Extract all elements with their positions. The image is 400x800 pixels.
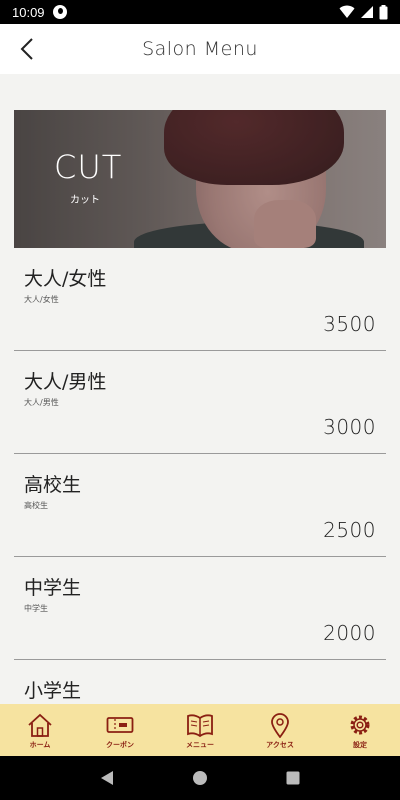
item-name: 高校生 xyxy=(24,474,82,496)
menu-content[interactable]: CUT カット 大人/女性 大人/女性 3500 大人/男性 大人/男性 300… xyxy=(0,74,400,704)
tab-home[interactable]: ホーム xyxy=(0,704,80,756)
nav-back-button[interactable] xyxy=(87,758,127,798)
item-subtitle: 大人/女性 xyxy=(24,295,59,304)
item-name: 小学生 xyxy=(24,680,82,702)
cut-category-banner: CUT カット xyxy=(14,110,386,248)
tab-label: アクセス xyxy=(266,741,294,749)
nav-back-icon xyxy=(100,771,113,785)
book-icon xyxy=(187,714,213,738)
item-name: 大人/男性 xyxy=(24,371,107,393)
tab-label: 設定 xyxy=(353,741,367,749)
tab-coupon[interactable]: クーポン xyxy=(80,704,160,756)
tab-label: ホーム xyxy=(29,741,51,749)
item-price: 2000 xyxy=(323,621,376,645)
tab-label: メニュー xyxy=(186,741,214,749)
list-item[interactable]: 大人/男性 大人/男性 3000 xyxy=(14,351,386,454)
gear-icon xyxy=(350,715,370,735)
item-subtitle: 高校生 xyxy=(24,501,48,510)
app-header: Salon Menu xyxy=(0,24,400,74)
back-arrow-icon xyxy=(20,38,33,60)
item-price: 2500 xyxy=(323,518,376,542)
battery-icon xyxy=(379,4,388,19)
system-nav-bar xyxy=(0,756,400,800)
tab-label: クーポン xyxy=(106,741,134,749)
status-bar: 10:09 xyxy=(0,0,400,24)
tab-menu[interactable]: メニュー xyxy=(160,704,240,756)
back-button[interactable] xyxy=(10,32,44,66)
list-item[interactable]: 中学生 中学生 2000 xyxy=(14,557,386,660)
item-name: 中学生 xyxy=(24,577,82,599)
nav-recents-button[interactable] xyxy=(273,758,313,798)
banner-subtitle: カット xyxy=(70,195,100,206)
nav-home-button[interactable] xyxy=(180,758,220,798)
tab-settings[interactable]: 設定 xyxy=(320,704,400,756)
status-icons xyxy=(339,4,388,20)
banner-title: CUT xyxy=(54,148,123,186)
wifi-icon xyxy=(339,5,355,18)
status-time: 10:09 xyxy=(12,4,45,20)
nav-home-icon xyxy=(192,771,207,785)
page-title: Salon Menu xyxy=(142,38,258,60)
list-item[interactable]: 高校生 高校生 2500 xyxy=(14,454,386,557)
ticket-icon xyxy=(106,717,134,733)
price-list: 大人/女性 大人/女性 3500 大人/男性 大人/男性 3000 高校生 高校… xyxy=(14,248,386,704)
item-subtitle: 大人/男性 xyxy=(24,398,59,407)
bottom-tab-bar: ホーム クーポン メニュー アクセス 設定 xyxy=(0,704,400,756)
item-price: 3500 xyxy=(323,312,376,336)
list-item[interactable]: 大人/女性 大人/女性 3500 xyxy=(14,248,386,351)
home-icon xyxy=(28,713,52,737)
location-pin-icon xyxy=(271,713,289,738)
signal-icon xyxy=(361,6,373,18)
item-name: 大人/女性 xyxy=(24,268,107,290)
tab-access[interactable]: アクセス xyxy=(240,704,320,756)
item-price: 3000 xyxy=(323,415,376,439)
item-subtitle: 中学生 xyxy=(24,604,48,613)
list-item[interactable]: 小学生 xyxy=(14,660,386,704)
nav-recents-icon xyxy=(286,771,300,785)
notification-app-icon xyxy=(52,5,67,19)
